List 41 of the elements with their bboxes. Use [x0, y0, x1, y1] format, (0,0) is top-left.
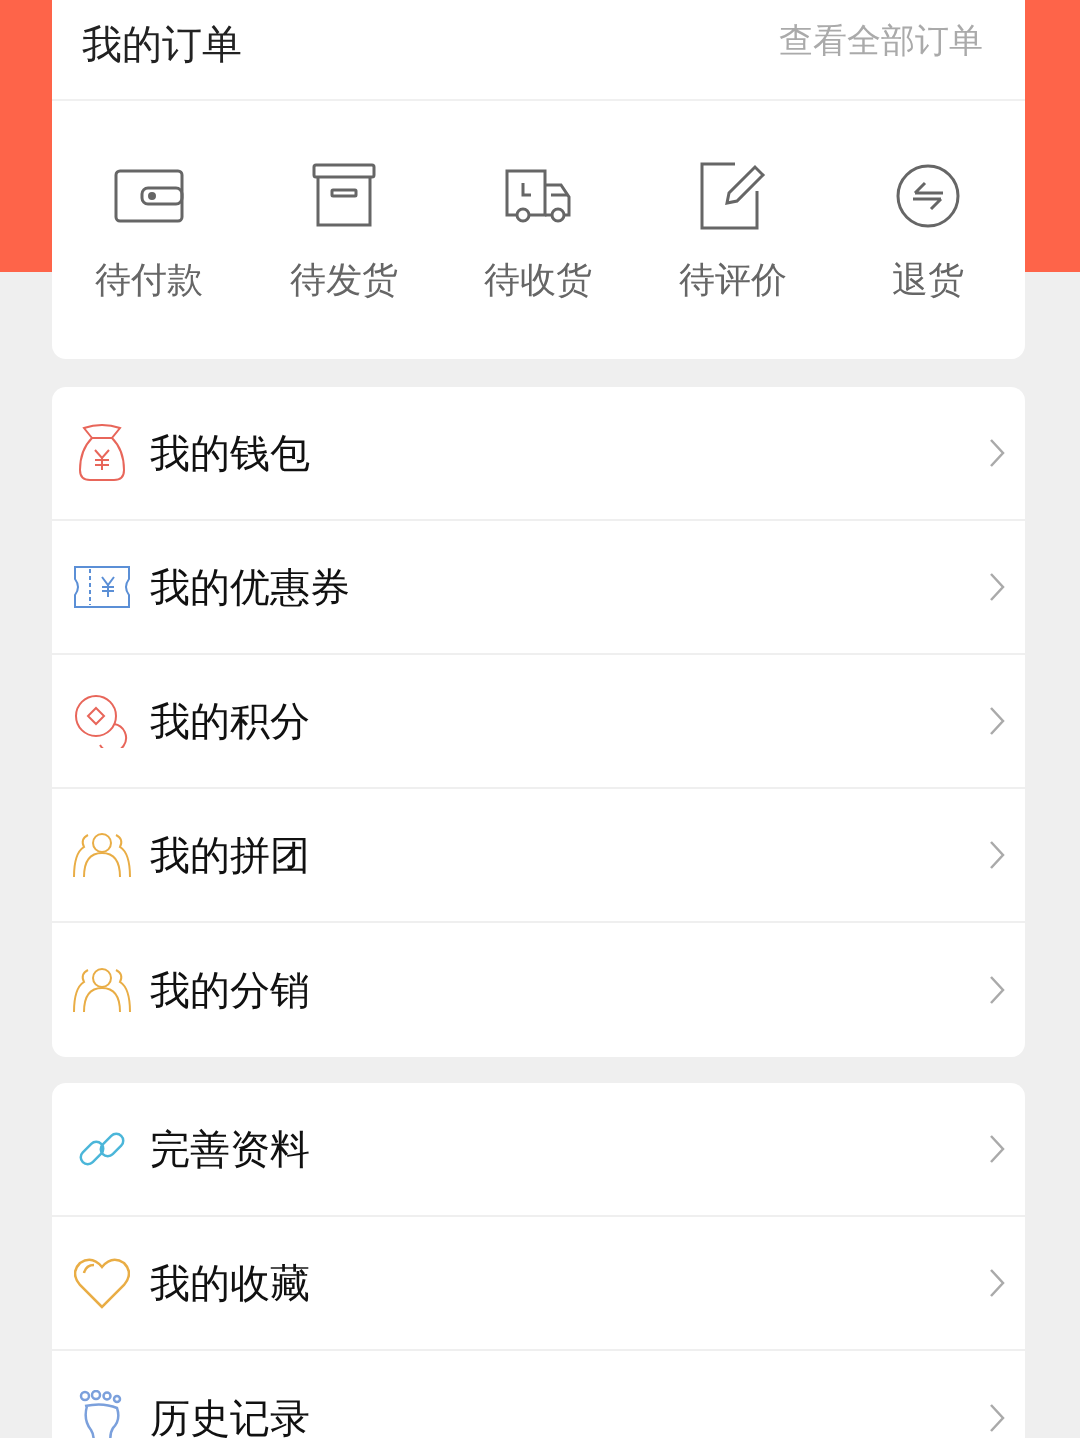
chevron-right-icon — [989, 706, 1005, 736]
chevron-right-icon — [989, 1268, 1005, 1298]
chevron-right-icon — [989, 438, 1005, 468]
order-status-button[interactable]: 待发货 — [246, 157, 442, 322]
orders-title: 我的订单 — [82, 19, 242, 69]
menu-item-label: 我的拼团 — [150, 831, 311, 880]
exchange-icon — [894, 163, 961, 229]
chevron-right-icon — [989, 840, 1005, 870]
menu-item[interactable]: 我的积分 — [52, 655, 1025, 789]
menu-item[interactable]: 我的钱包 — [52, 387, 1025, 521]
ticket-icon — [73, 565, 131, 609]
group-icon — [72, 831, 132, 879]
menu-item-label: 我的优惠券 — [150, 563, 351, 612]
menu-item-label: 我的积分 — [150, 697, 311, 746]
menu-item-label: 我的分销 — [150, 966, 311, 1015]
order-status-button[interactable]: 待付款 — [52, 157, 247, 322]
menu-item-label: 历史记录 — [150, 1394, 311, 1438]
wallet-icon — [114, 168, 185, 224]
coins-icon — [74, 694, 130, 748]
menu-item[interactable]: 我的分销 — [52, 923, 1025, 1057]
menu-item-label: 我的收藏 — [150, 1259, 311, 1308]
chevron-right-icon — [989, 1403, 1005, 1433]
chevron-right-icon — [989, 1134, 1005, 1164]
menu-item[interactable]: 我的拼团 — [52, 789, 1025, 923]
menu-item-label: 完善资料 — [150, 1125, 311, 1174]
order-status-button[interactable]: 待收货 — [441, 157, 636, 322]
menu-item-label: 我的钱包 — [150, 429, 311, 478]
menu-item[interactable]: 历史记录 — [52, 1351, 1025, 1438]
edit-icon — [699, 161, 768, 231]
order-status-button[interactable]: 待评价 — [635, 157, 831, 322]
money-bag-icon — [78, 424, 126, 482]
heart-icon — [74, 1257, 130, 1309]
group-icon — [72, 966, 132, 1014]
menu-item[interactable]: 我的收藏 — [52, 1217, 1025, 1351]
truck-icon — [503, 167, 574, 225]
order-status-button[interactable]: 退货 — [830, 157, 1025, 322]
box-icon — [311, 163, 376, 229]
chevron-right-icon — [989, 975, 1005, 1005]
menu-item[interactable]: 完善资料 — [52, 1083, 1025, 1217]
menu-item[interactable]: 我的优惠券 — [52, 521, 1025, 655]
chevron-right-icon — [989, 572, 1005, 602]
